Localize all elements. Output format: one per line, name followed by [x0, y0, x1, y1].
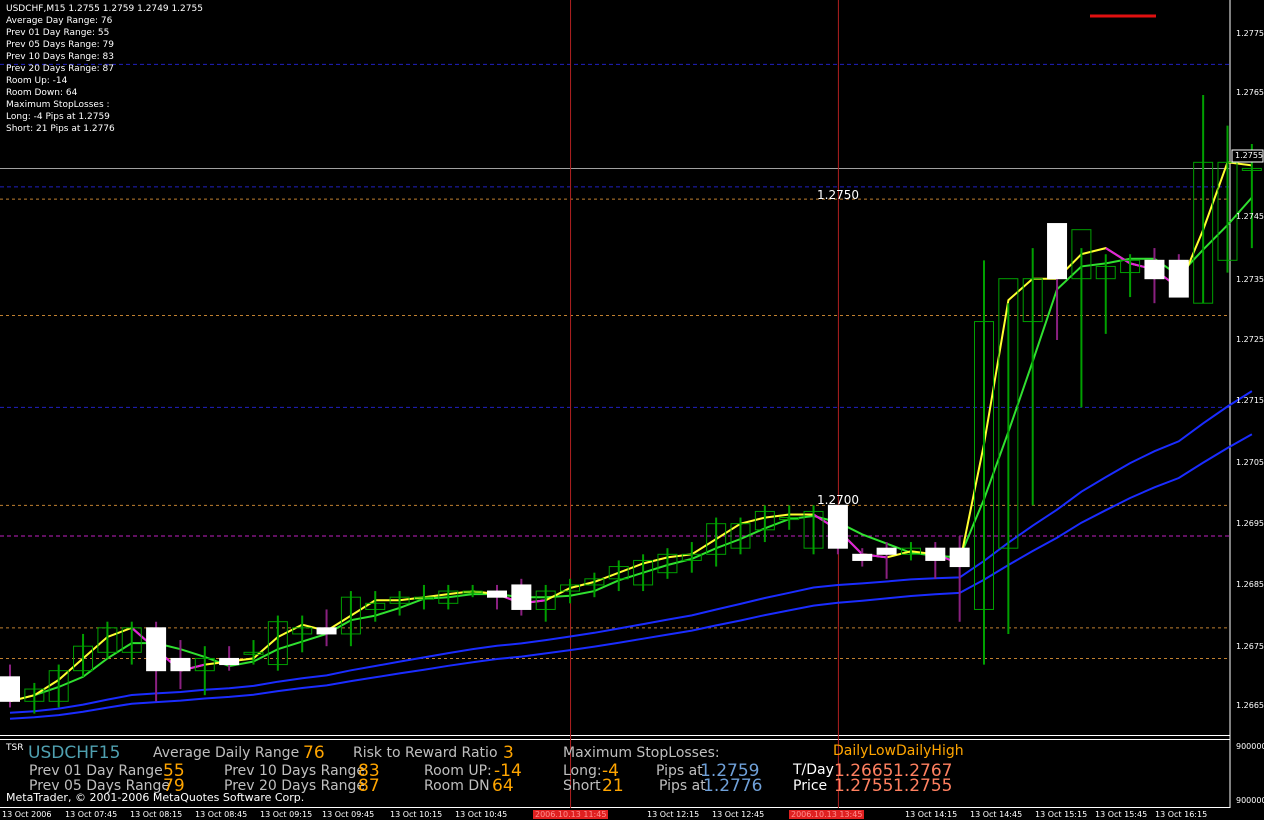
indicator-tag: TSR [6, 743, 24, 753]
candle-body-bear [146, 627, 167, 672]
candle-body-bear [170, 657, 191, 672]
time-tick-label: 13 Oct 10:15 [390, 810, 443, 819]
level-label-upper: 1.2750 [817, 188, 859, 202]
time-tick-label: 13 Oct 15:15 [1035, 810, 1088, 819]
current-price-label: 1.2755 [1235, 151, 1263, 160]
candle-body-bear [876, 547, 897, 555]
price-low: 1.2755 [834, 776, 894, 796]
sub-symbol-text: USDCHF [28, 743, 99, 763]
time-tick-label: 13 Oct 09:15 [260, 810, 313, 819]
info-line: Prev 10 Days Range: 83 [6, 52, 114, 62]
pips-at-label-2: Pips at [659, 778, 706, 794]
copyright: MetaTrader, © 2001-2006 MetaQuotes Softw… [6, 791, 305, 804]
room-dn-label: Room DN [424, 778, 490, 794]
info-line: Maximum StopLosses : [6, 100, 110, 110]
candle-body-bear [949, 547, 970, 568]
price-tick-label: 1.2685 [1236, 580, 1264, 589]
info-line: Average Day Range: 76 [6, 16, 113, 26]
price-tick-label: 1.2705 [1236, 458, 1264, 467]
risk-reward-value: 3 [503, 743, 514, 763]
candle-body-bear [219, 657, 240, 666]
time-tick-label: 13 Oct 15:45 [1095, 810, 1148, 819]
max-stoploss-label: Maximum StopLosses: [563, 745, 720, 761]
price-tick-label: 1.2735 [1236, 275, 1264, 284]
time-tick-label: 13 Oct 14:45 [970, 810, 1023, 819]
time-tick-label: 13 Oct 10:45 [455, 810, 508, 819]
level-label-lower: 1.2700 [817, 493, 859, 507]
candle-body-bear [487, 590, 507, 598]
sub-axis-label-top: 9000000 [1236, 742, 1264, 751]
symbol-header: USDCHF,M15 1.2755 1.2759 1.2749 1.2755 [6, 4, 203, 14]
avg-daily-range-value: 76 [303, 743, 325, 763]
time-tick-label: 13 Oct 14:15 [905, 810, 958, 819]
time-highlight-2: 2006.10.13 13:45 [789, 810, 865, 819]
prev20-value: 87 [358, 776, 380, 796]
sub-symbol: USDCHF15 [28, 744, 120, 762]
price-tick-label: 1.2715 [1236, 396, 1264, 405]
candle-body-bear [1047, 223, 1068, 280]
sub-timeframe: 15 [98, 743, 121, 763]
info-line: Room Down: 64 [6, 88, 78, 98]
candle-body-bear [0, 676, 20, 702]
info-line: Prev 01 Day Range: 55 [6, 28, 110, 38]
time-tick-label: 13 Oct 16:15 [1155, 810, 1208, 819]
long-label: Long: [563, 763, 602, 779]
price-high: 1.2755 [893, 776, 953, 796]
pips-at-label-1: Pips at [656, 763, 703, 779]
price-tick-label: 1.2665 [1236, 701, 1264, 710]
info-line: Short: 21 Pips at 1.2776 [6, 124, 115, 134]
time-tick-label: 13 Oct 08:15 [130, 810, 183, 819]
room-dn-value: 64 [492, 776, 514, 796]
info-line: Prev 20 Days Range: 87 [6, 64, 114, 74]
avg-daily-range-label: Average Daily Range [153, 745, 300, 761]
price-tick-label: 1.2725 [1236, 335, 1264, 344]
short-value: 21 [602, 776, 624, 796]
info-line: Prev 05 Days Range: 79 [6, 40, 114, 50]
candle-body-bear [316, 627, 337, 635]
main-chart[interactable] [0, 0, 1264, 820]
candle-body-bear [925, 547, 946, 561]
risk-reward-label: Risk to Reward Ratio [353, 745, 498, 761]
horizontal-levels [0, 63, 1230, 659]
room-up-label: Room UP: [424, 763, 492, 779]
price-label: Price [793, 778, 828, 794]
candlesticks [0, 94, 1262, 714]
prev01-label: Prev 01 Day Range [29, 763, 163, 779]
info-line: Long: -4 Pips at 1.2759 [6, 112, 110, 122]
short-label: Short [563, 778, 601, 794]
time-tick-label: 13 Oct 2006 [2, 810, 52, 819]
price-tick-label: 1.2695 [1236, 519, 1264, 528]
time-tick-label: 13 Oct 12:15 [647, 810, 700, 819]
mt4-chart-window: USDCHF,M15 1.2755 1.2759 1.2749 1.2755 A… [0, 0, 1264, 820]
sub-axis-label-bottom: 9000000 [1236, 796, 1264, 805]
tday-label: T/Day [793, 762, 834, 778]
session-lines [570, 0, 839, 808]
price-tick-label: 1.2745 [1236, 212, 1264, 221]
candle-body-bear [1168, 259, 1189, 298]
ma-line-blue [9, 390, 1253, 714]
time-tick-label: 13 Oct 07:45 [65, 810, 118, 819]
prev10-label: Prev 10 Days Range [224, 763, 366, 779]
candle-body-bear [1144, 259, 1165, 280]
time-tick-label: 13 Oct 12:45 [712, 810, 765, 819]
candle-body-bear [852, 553, 873, 561]
time-tick-label: 13 Oct 08:45 [195, 810, 248, 819]
price-tick-label: 1.2775 [1236, 29, 1264, 38]
time-highlight-1: 2006.10.13 11:45 [533, 810, 609, 819]
price-tick-label: 1.2675 [1236, 642, 1264, 651]
candle-body-bear [511, 584, 532, 610]
info-line: Room Up: -14 [6, 76, 68, 86]
price-tick-label: 1.2765 [1236, 88, 1264, 97]
time-tick-label: 13 Oct 09:45 [322, 810, 375, 819]
daily-low-high-label: DailyLowDailyHigh [833, 743, 964, 759]
candle-body-bear [827, 504, 848, 549]
pips-at-value-2: 1.2776 [703, 776, 763, 796]
